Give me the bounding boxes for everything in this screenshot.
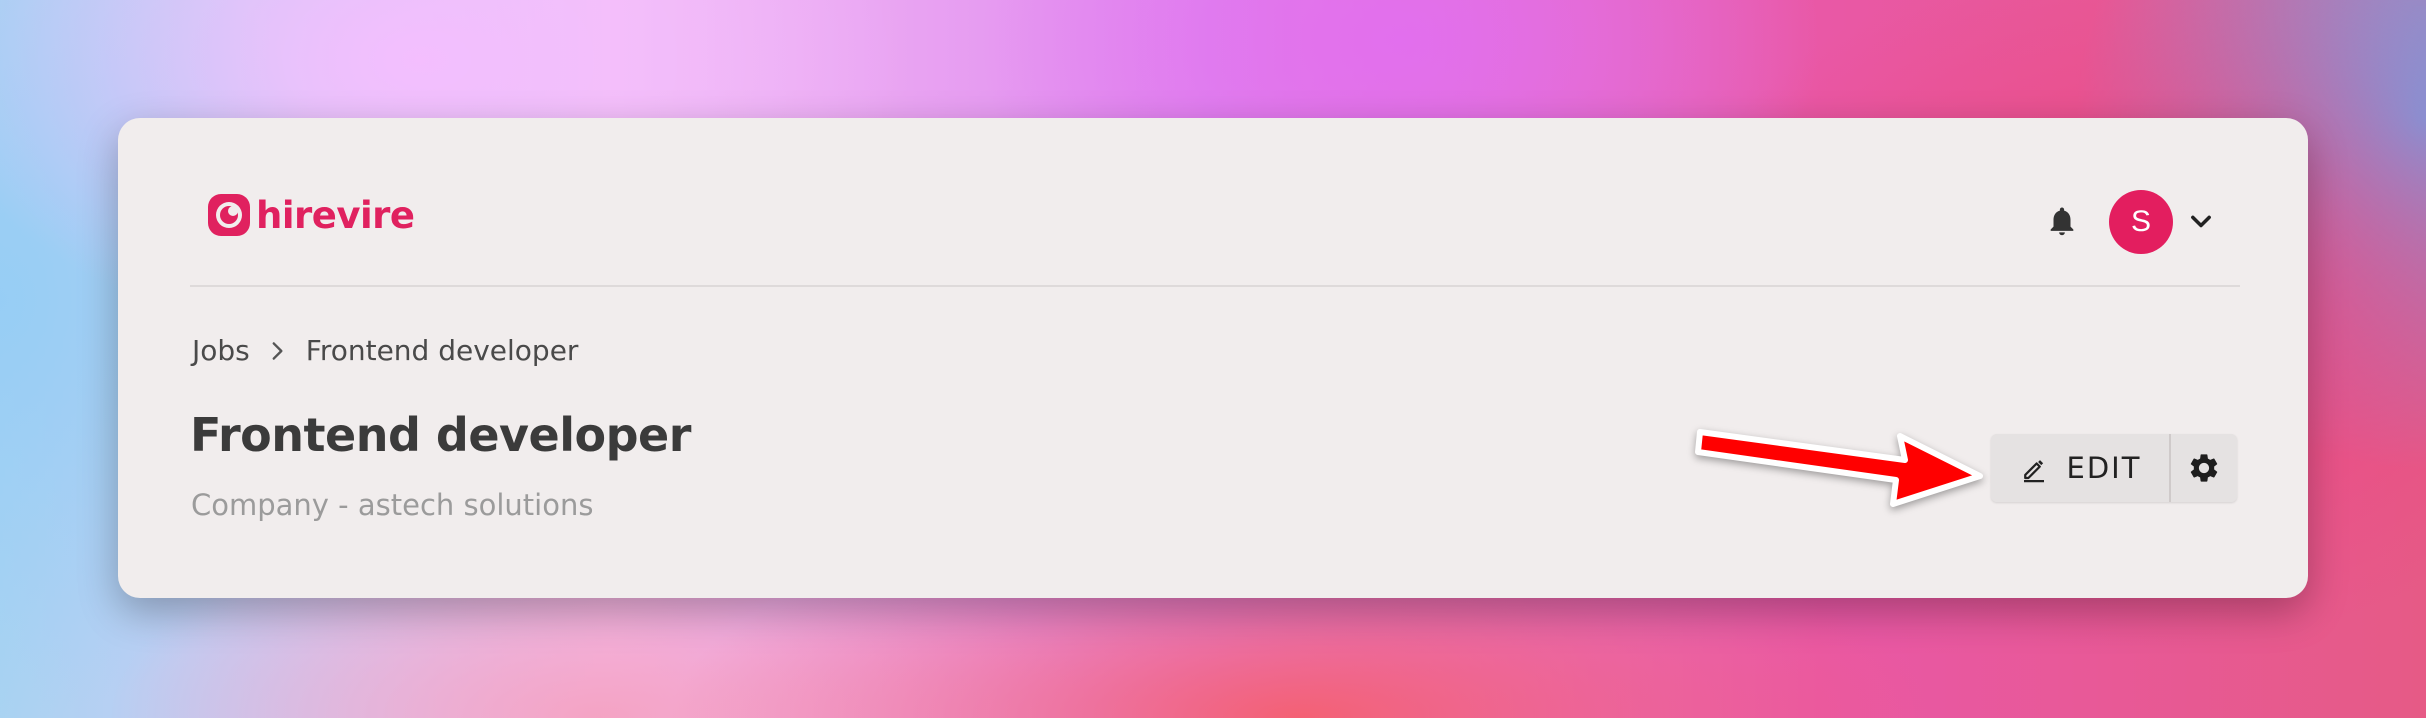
edit-button[interactable]: EDIT <box>1991 434 2169 502</box>
chevron-down-icon[interactable] <box>2187 208 2215 236</box>
page-title: Frontend developer <box>190 408 691 462</box>
logo[interactable]: hirevire <box>206 192 415 238</box>
arrow-right-icon <box>1695 429 1983 507</box>
breadcrumb-item-current: Frontend developer <box>305 334 579 367</box>
app-window: hirevire S Jobs Frontend developer Front… <box>118 118 2308 598</box>
edit-button-label: EDIT <box>2066 451 2142 485</box>
logo-text: hirevire <box>256 193 415 237</box>
breadcrumb-item-jobs[interactable]: Jobs <box>192 334 250 367</box>
breadcrumb: Jobs Frontend developer <box>192 334 578 367</box>
user-avatar[interactable]: S <box>2109 190 2173 254</box>
action-button-group: EDIT <box>1991 434 2237 502</box>
pencil-icon <box>2023 460 2044 483</box>
chevron-right-icon <box>272 341 283 360</box>
page-subtitle: Company - astech solutions <box>191 488 594 522</box>
settings-button[interactable] <box>2171 434 2237 502</box>
logo-mark-icon <box>208 194 250 236</box>
top-bar: hirevire S <box>190 118 2240 287</box>
gear-icon <box>2190 454 2218 482</box>
bell-icon[interactable] <box>2045 203 2079 239</box>
